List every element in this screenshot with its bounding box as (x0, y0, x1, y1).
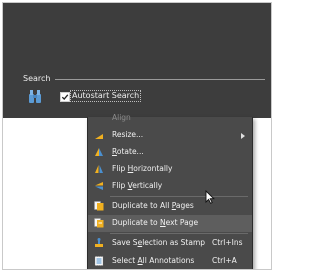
menu-item-label: Duplicate to Next Page (112, 218, 199, 227)
search-panel: Search Autostart Search (3, 3, 271, 118)
flip-horizontal-icon (94, 164, 104, 174)
menu-item-save-selection-as-stamp[interactable]: Save Selection as Stamp Ctrl+Ins (88, 235, 252, 252)
menu-item-resize[interactable]: Resize... (88, 127, 252, 144)
menu-item-select-all-annotations[interactable]: Select All Annotations Ctrl+A (88, 253, 252, 269)
menu-item-label: Save Selection as Stamp (112, 238, 206, 247)
menu-item-flip-vertically[interactable]: Flip Vertically (88, 178, 252, 195)
resize-icon (94, 130, 104, 140)
menu-item-flip-horizontally[interactable]: Flip Horizontally (88, 161, 252, 178)
menu-item-duplicate-all-pages[interactable]: Duplicate to All Pages (88, 198, 252, 215)
menu-item-label: Flip Horizontally (112, 164, 173, 173)
menu-item-shortcut: Ctrl+Ins (212, 238, 243, 247)
submenu-arrow-icon (241, 133, 245, 139)
search-section-label: Search (23, 74, 51, 83)
autostart-label[interactable]: Autostart Search (70, 90, 142, 102)
menu-item-shortcut: Ctrl+A (212, 256, 237, 265)
menu-item-duplicate-next-page[interactable]: Duplicate to Next Page (88, 215, 252, 232)
flip-vertical-icon (94, 181, 104, 191)
menu-separator (110, 233, 248, 234)
autostart-checkbox[interactable] (60, 92, 70, 102)
select-all-icon (94, 256, 104, 266)
menu-item-label: Rotate... (112, 147, 144, 156)
menu-separator (110, 196, 248, 197)
mouse-cursor-icon (205, 189, 215, 204)
screenshot-frame: Search Autostart Search Align Resize... (2, 2, 272, 270)
menu-item-label: Resize... (112, 130, 144, 139)
menu-item-partial[interactable]: Align (88, 110, 252, 127)
annotation-context-menu: Align Resize... Rotate... Flip Horizonta… (87, 113, 253, 269)
menu-item-rotate[interactable]: Rotate... (88, 144, 252, 161)
duplicate-next-page-icon (94, 218, 104, 228)
menu-item-label: Select All Annotations (112, 256, 195, 265)
stamp-icon (94, 238, 104, 248)
rotate-icon (94, 147, 104, 157)
duplicate-all-pages-icon (94, 201, 104, 211)
section-divider (55, 79, 265, 80)
menu-item-label: Flip Vertically (112, 181, 163, 190)
menu-item-label: Duplicate to All Pages (112, 201, 194, 210)
binoculars-icon[interactable] (27, 88, 43, 104)
